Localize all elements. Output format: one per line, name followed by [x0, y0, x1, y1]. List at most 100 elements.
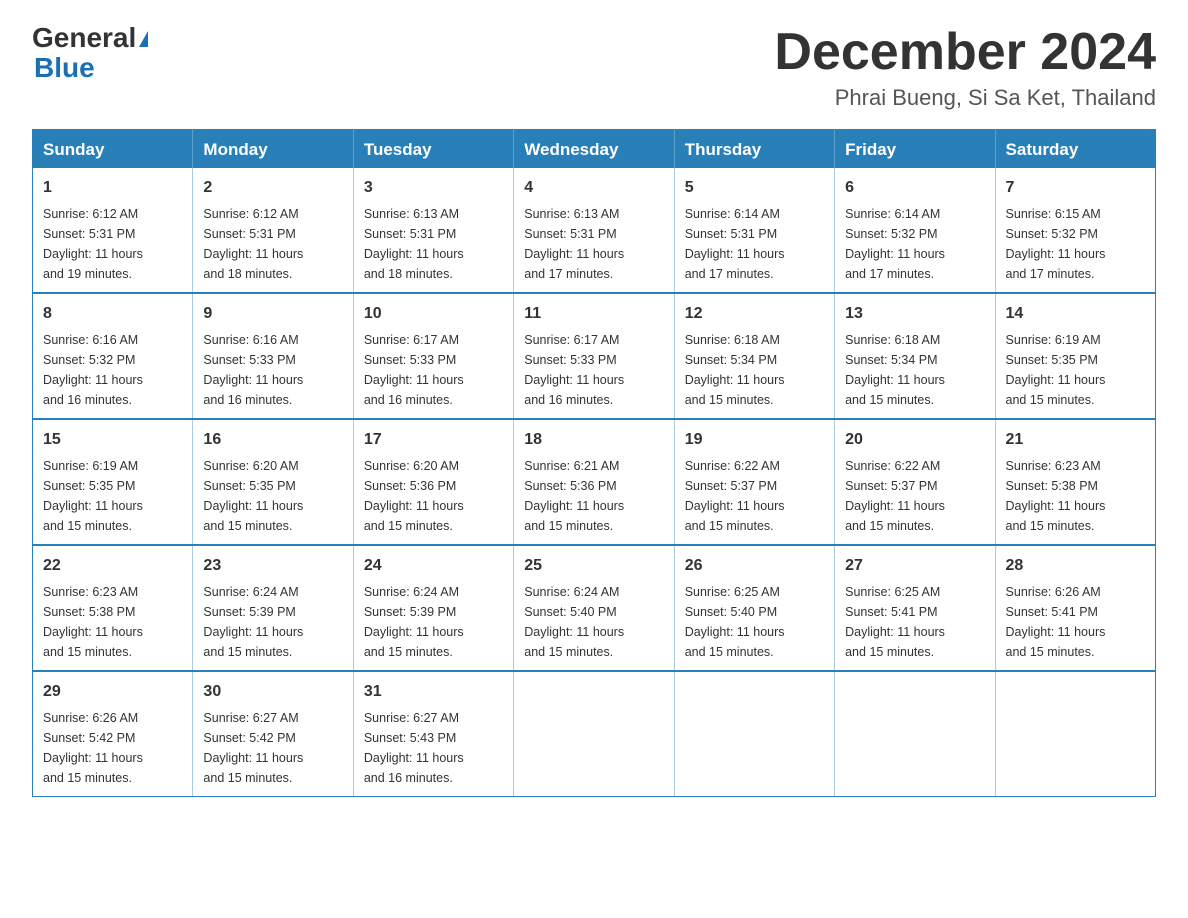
header-saturday: Saturday — [995, 130, 1155, 169]
calendar-cell — [835, 671, 995, 797]
calendar-cell: 5 Sunrise: 6:14 AM Sunset: 5:31 PM Dayli… — [674, 168, 834, 293]
day-info: Sunrise: 6:13 AM Sunset: 5:31 PM Dayligh… — [364, 204, 503, 284]
calendar-cell: 14 Sunrise: 6:19 AM Sunset: 5:35 PM Dayl… — [995, 293, 1155, 419]
day-number: 13 — [845, 302, 984, 326]
calendar-cell: 28 Sunrise: 6:26 AM Sunset: 5:41 PM Dayl… — [995, 545, 1155, 671]
week-row-5: 29 Sunrise: 6:26 AM Sunset: 5:42 PM Dayl… — [33, 671, 1156, 797]
header-friday: Friday — [835, 130, 995, 169]
calendar-cell: 13 Sunrise: 6:18 AM Sunset: 5:34 PM Dayl… — [835, 293, 995, 419]
day-info: Sunrise: 6:19 AM Sunset: 5:35 PM Dayligh… — [43, 456, 182, 536]
calendar-cell: 26 Sunrise: 6:25 AM Sunset: 5:40 PM Dayl… — [674, 545, 834, 671]
header-sunday: Sunday — [33, 130, 193, 169]
day-info: Sunrise: 6:12 AM Sunset: 5:31 PM Dayligh… — [43, 204, 182, 284]
day-info: Sunrise: 6:18 AM Sunset: 5:34 PM Dayligh… — [685, 330, 824, 410]
day-number: 11 — [524, 302, 663, 326]
calendar-cell: 1 Sunrise: 6:12 AM Sunset: 5:31 PM Dayli… — [33, 168, 193, 293]
day-info: Sunrise: 6:12 AM Sunset: 5:31 PM Dayligh… — [203, 204, 342, 284]
day-info: Sunrise: 6:17 AM Sunset: 5:33 PM Dayligh… — [524, 330, 663, 410]
calendar-cell: 6 Sunrise: 6:14 AM Sunset: 5:32 PM Dayli… — [835, 168, 995, 293]
day-number: 22 — [43, 554, 182, 578]
calendar-cell: 8 Sunrise: 6:16 AM Sunset: 5:32 PM Dayli… — [33, 293, 193, 419]
calendar-cell: 19 Sunrise: 6:22 AM Sunset: 5:37 PM Dayl… — [674, 419, 834, 545]
day-info: Sunrise: 6:19 AM Sunset: 5:35 PM Dayligh… — [1006, 330, 1145, 410]
week-row-3: 15 Sunrise: 6:19 AM Sunset: 5:35 PM Dayl… — [33, 419, 1156, 545]
day-info: Sunrise: 6:22 AM Sunset: 5:37 PM Dayligh… — [845, 456, 984, 536]
day-number: 31 — [364, 680, 503, 704]
calendar-cell: 29 Sunrise: 6:26 AM Sunset: 5:42 PM Dayl… — [33, 671, 193, 797]
calendar-cell: 7 Sunrise: 6:15 AM Sunset: 5:32 PM Dayli… — [995, 168, 1155, 293]
day-number: 16 — [203, 428, 342, 452]
day-number: 5 — [685, 176, 824, 200]
day-number: 29 — [43, 680, 182, 704]
calendar-cell: 16 Sunrise: 6:20 AM Sunset: 5:35 PM Dayl… — [193, 419, 353, 545]
day-info: Sunrise: 6:26 AM Sunset: 5:42 PM Dayligh… — [43, 708, 182, 788]
day-number: 4 — [524, 176, 663, 200]
day-info: Sunrise: 6:20 AM Sunset: 5:35 PM Dayligh… — [203, 456, 342, 536]
day-info: Sunrise: 6:22 AM Sunset: 5:37 PM Dayligh… — [685, 456, 824, 536]
day-info: Sunrise: 6:25 AM Sunset: 5:41 PM Dayligh… — [845, 582, 984, 662]
calendar-cell: 30 Sunrise: 6:27 AM Sunset: 5:42 PM Dayl… — [193, 671, 353, 797]
day-number: 8 — [43, 302, 182, 326]
page-header: General Blue December 2024 Phrai Bueng, … — [32, 24, 1156, 111]
day-info: Sunrise: 6:18 AM Sunset: 5:34 PM Dayligh… — [845, 330, 984, 410]
calendar-cell: 15 Sunrise: 6:19 AM Sunset: 5:35 PM Dayl… — [33, 419, 193, 545]
day-number: 24 — [364, 554, 503, 578]
day-info: Sunrise: 6:15 AM Sunset: 5:32 PM Dayligh… — [1006, 204, 1145, 284]
day-number: 19 — [685, 428, 824, 452]
calendar-cell: 18 Sunrise: 6:21 AM Sunset: 5:36 PM Dayl… — [514, 419, 674, 545]
header-monday: Monday — [193, 130, 353, 169]
day-info: Sunrise: 6:24 AM Sunset: 5:39 PM Dayligh… — [364, 582, 503, 662]
day-info: Sunrise: 6:23 AM Sunset: 5:38 PM Dayligh… — [43, 582, 182, 662]
day-info: Sunrise: 6:17 AM Sunset: 5:33 PM Dayligh… — [364, 330, 503, 410]
calendar-cell — [674, 671, 834, 797]
header-tuesday: Tuesday — [353, 130, 513, 169]
calendar-header-row: SundayMondayTuesdayWednesdayThursdayFrid… — [33, 130, 1156, 169]
logo-general-text: General — [32, 24, 136, 52]
header-wednesday: Wednesday — [514, 130, 674, 169]
day-number: 20 — [845, 428, 984, 452]
day-number: 15 — [43, 428, 182, 452]
day-info: Sunrise: 6:16 AM Sunset: 5:33 PM Dayligh… — [203, 330, 342, 410]
day-number: 10 — [364, 302, 503, 326]
day-info: Sunrise: 6:16 AM Sunset: 5:32 PM Dayligh… — [43, 330, 182, 410]
calendar-cell: 20 Sunrise: 6:22 AM Sunset: 5:37 PM Dayl… — [835, 419, 995, 545]
logo-blue-text: Blue — [34, 52, 95, 83]
week-row-4: 22 Sunrise: 6:23 AM Sunset: 5:38 PM Dayl… — [33, 545, 1156, 671]
day-number: 17 — [364, 428, 503, 452]
day-number: 12 — [685, 302, 824, 326]
day-number: 23 — [203, 554, 342, 578]
calendar-cell: 27 Sunrise: 6:25 AM Sunset: 5:41 PM Dayl… — [835, 545, 995, 671]
calendar-cell: 24 Sunrise: 6:24 AM Sunset: 5:39 PM Dayl… — [353, 545, 513, 671]
calendar-cell: 25 Sunrise: 6:24 AM Sunset: 5:40 PM Dayl… — [514, 545, 674, 671]
calendar-cell: 23 Sunrise: 6:24 AM Sunset: 5:39 PM Dayl… — [193, 545, 353, 671]
day-number: 27 — [845, 554, 984, 578]
logo-triangle-icon — [139, 31, 148, 47]
day-number: 3 — [364, 176, 503, 200]
day-info: Sunrise: 6:24 AM Sunset: 5:39 PM Dayligh… — [203, 582, 342, 662]
calendar-cell: 12 Sunrise: 6:18 AM Sunset: 5:34 PM Dayl… — [674, 293, 834, 419]
day-number: 2 — [203, 176, 342, 200]
calendar-cell: 22 Sunrise: 6:23 AM Sunset: 5:38 PM Dayl… — [33, 545, 193, 671]
day-info: Sunrise: 6:21 AM Sunset: 5:36 PM Dayligh… — [524, 456, 663, 536]
calendar-table: SundayMondayTuesdayWednesdayThursdayFrid… — [32, 129, 1156, 797]
day-number: 1 — [43, 176, 182, 200]
calendar-cell — [514, 671, 674, 797]
calendar-cell: 3 Sunrise: 6:13 AM Sunset: 5:31 PM Dayli… — [353, 168, 513, 293]
day-number: 6 — [845, 176, 984, 200]
calendar-cell: 9 Sunrise: 6:16 AM Sunset: 5:33 PM Dayli… — [193, 293, 353, 419]
calendar-cell: 11 Sunrise: 6:17 AM Sunset: 5:33 PM Dayl… — [514, 293, 674, 419]
logo: General Blue — [32, 24, 149, 84]
week-row-2: 8 Sunrise: 6:16 AM Sunset: 5:32 PM Dayli… — [33, 293, 1156, 419]
day-info: Sunrise: 6:14 AM Sunset: 5:32 PM Dayligh… — [845, 204, 984, 284]
calendar-cell: 2 Sunrise: 6:12 AM Sunset: 5:31 PM Dayli… — [193, 168, 353, 293]
day-info: Sunrise: 6:26 AM Sunset: 5:41 PM Dayligh… — [1006, 582, 1145, 662]
day-number: 18 — [524, 428, 663, 452]
day-info: Sunrise: 6:23 AM Sunset: 5:38 PM Dayligh… — [1006, 456, 1145, 536]
month-title: December 2024 — [774, 24, 1156, 81]
calendar-cell: 17 Sunrise: 6:20 AM Sunset: 5:36 PM Dayl… — [353, 419, 513, 545]
calendar-cell: 4 Sunrise: 6:13 AM Sunset: 5:31 PM Dayli… — [514, 168, 674, 293]
day-number: 30 — [203, 680, 342, 704]
day-number: 14 — [1006, 302, 1145, 326]
week-row-1: 1 Sunrise: 6:12 AM Sunset: 5:31 PM Dayli… — [33, 168, 1156, 293]
calendar-cell: 31 Sunrise: 6:27 AM Sunset: 5:43 PM Dayl… — [353, 671, 513, 797]
